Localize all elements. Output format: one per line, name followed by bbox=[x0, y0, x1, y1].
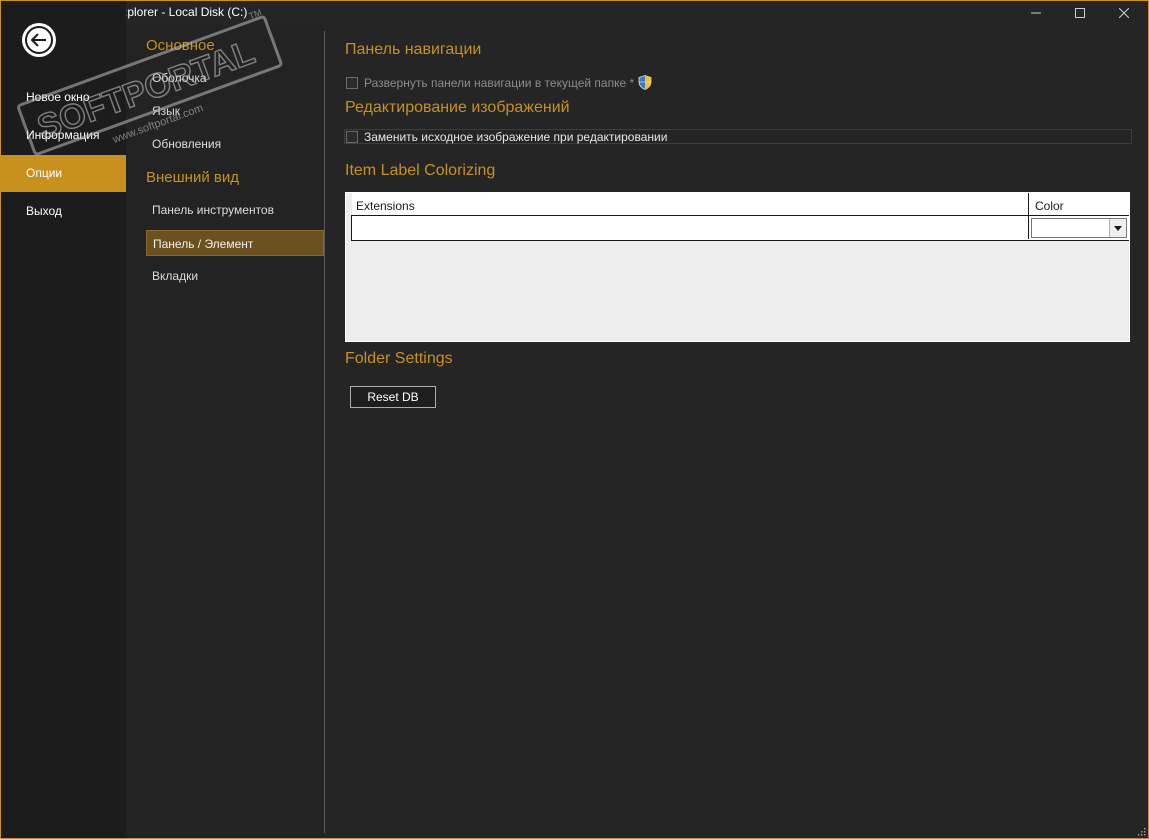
expand-nav-checkbox[interactable] bbox=[346, 76, 358, 89]
category-shell[interactable]: Оболочка bbox=[146, 65, 324, 91]
replace-image-option[interactable]: Заменить исходное изображение при редакт… bbox=[346, 130, 667, 144]
section-general-heading: Основное bbox=[146, 37, 215, 54]
chevron-down-icon[interactable] bbox=[1109, 219, 1126, 237]
menu-item-exit[interactable]: Выход bbox=[1, 193, 126, 230]
close-button[interactable] bbox=[1101, 1, 1147, 25]
back-arrow-icon bbox=[25, 26, 53, 54]
grid-header: Extensions Color bbox=[352, 193, 1129, 216]
column-separator bbox=[1028, 193, 1029, 239]
backstage-menu: Новое окно Информация Опции Выход bbox=[1, 1, 126, 838]
replace-image-checkbox[interactable] bbox=[346, 131, 358, 143]
window-title: :plorer - Local Disk (C:) bbox=[124, 5, 248, 19]
menu-item-options[interactable]: Опции bbox=[1, 155, 126, 192]
back-button[interactable] bbox=[22, 23, 56, 57]
category-updates[interactable]: Обновления bbox=[146, 131, 324, 157]
maximize-icon bbox=[1075, 8, 1085, 18]
folder-settings-heading: Folder Settings bbox=[345, 350, 453, 367]
nav-panel-heading: Панель навигации bbox=[345, 41, 482, 58]
title-bar[interactable]: :plorer - Local Disk (C:) bbox=[1, 1, 1148, 25]
category-language[interactable]: Язык bbox=[146, 98, 324, 124]
uac-shield-icon bbox=[638, 75, 652, 90]
options-categories: Основное Оболочка Язык Обновления Внешни… bbox=[126, 25, 324, 838]
menu-item-info[interactable]: Информация bbox=[1, 117, 126, 154]
column-color[interactable]: Color bbox=[1035, 199, 1064, 213]
category-toolbar[interactable]: Панель инструментов bbox=[146, 197, 324, 223]
column-extensions[interactable]: Extensions bbox=[356, 199, 415, 213]
colorizing-grid[interactable]: Extensions Color bbox=[345, 192, 1130, 342]
expand-nav-option[interactable]: Развернуть панели навигации в текущей па… bbox=[346, 75, 652, 90]
colorizing-heading: Item Label Colorizing bbox=[345, 162, 496, 179]
close-icon bbox=[1119, 8, 1129, 18]
image-editing-heading: Редактирование изображений bbox=[345, 99, 570, 116]
expand-nav-label: Развернуть панели навигации в текущей па… bbox=[364, 75, 635, 90]
resize-grip-icon[interactable] bbox=[1136, 826, 1146, 836]
color-dropdown[interactable] bbox=[1031, 218, 1127, 238]
table-row[interactable] bbox=[351, 215, 1129, 241]
options-content: Панель навигации Развернуть панели навиг… bbox=[325, 25, 1148, 838]
minimize-icon bbox=[1031, 12, 1041, 14]
section-appearance-heading: Внешний вид bbox=[146, 169, 239, 186]
replace-image-label: Заменить исходное изображение при редакт… bbox=[364, 130, 668, 144]
category-panel-item[interactable]: Панель / Элемент bbox=[146, 230, 324, 256]
menu-item-new-window[interactable]: Новое окно bbox=[1, 79, 126, 116]
minimize-button[interactable] bbox=[1013, 1, 1059, 25]
maximize-button[interactable] bbox=[1057, 1, 1103, 25]
category-tabs[interactable]: Вкладки bbox=[146, 263, 324, 289]
options-window: :plorer - Local Disk (C:) Новое окно Инф… bbox=[0, 0, 1149, 839]
reset-db-button[interactable]: Reset DB bbox=[350, 386, 436, 408]
